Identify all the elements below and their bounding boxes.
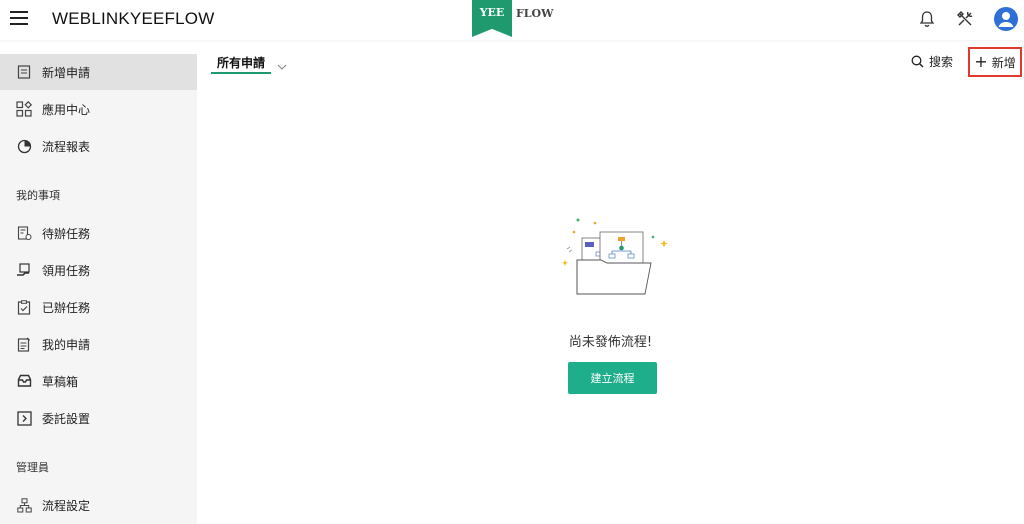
draft-box-icon (16, 373, 32, 389)
sidebar-item-flow-settings[interactable]: 流程設定 (0, 487, 197, 523)
empty-state-text-wrap: 尚未發佈流程! (0, 331, 1024, 350)
sidebar-item-flow-report[interactable]: 流程報表 (0, 128, 197, 164)
chevron-down-icon[interactable] (277, 56, 287, 75)
add-label: 新增 (991, 55, 1016, 70)
plus-icon: + (974, 52, 988, 71)
sidebar-item-label: 領用任務 (42, 263, 91, 278)
sidebar-item-label: 草稿箱 (42, 374, 79, 389)
sidebar-item-app-center[interactable]: 應用中心 (0, 91, 197, 127)
sidebar: 新增申請 應用中心 流程報表 我的事項 待辦任務 領用任務 已辦任務 我的申請 … (0, 54, 197, 524)
user-avatar-icon[interactable] (994, 7, 1018, 31)
sidebar-item-done[interactable]: 已辦任務 (0, 289, 197, 325)
search-button[interactable]: 搜索 (911, 53, 953, 70)
app-title: WEBLINKYEEFLOW (52, 9, 215, 28)
delegate-icon (16, 410, 32, 426)
sidebar-section-mine: 我的事項 (16, 189, 60, 202)
sidebar-item-label: 已辦任務 (42, 300, 91, 315)
apps-icon (16, 101, 32, 117)
sidebar-item-claim[interactable]: 領用任務 (0, 252, 197, 288)
bell-icon[interactable] (916, 8, 938, 30)
sidebar-item-label: 委託設置 (42, 411, 91, 426)
form-icon (16, 64, 32, 80)
add-button[interactable]: + 新增 (968, 47, 1022, 77)
sidebar-item-label: 流程報表 (42, 139, 91, 154)
empty-state-message: 尚未發佈流程! (568, 335, 653, 350)
tools-icon[interactable] (954, 8, 976, 30)
tab-all-requests[interactable]: 所有申請 (217, 54, 265, 71)
pie-chart-icon (16, 138, 32, 154)
sidebar-section-admin: 管理員 (16, 461, 49, 474)
done-icon (16, 299, 32, 315)
sidebar-item-label: 待辦任務 (42, 226, 91, 241)
todo-icon (16, 225, 32, 241)
logo-text-left: YEE (479, 6, 505, 19)
sidebar-item-delegate[interactable]: 委託設置 (0, 400, 197, 436)
sidebar-item-label: 新增申請 (42, 65, 91, 80)
tab-active-indicator (211, 72, 271, 74)
flow-settings-icon (16, 497, 32, 513)
empty-state-illustration (540, 210, 680, 300)
top-bar: WEBLINKYEEFLOW YEE FLOW (0, 0, 1024, 40)
sidebar-item-todo[interactable]: 待辦任務 (0, 215, 197, 251)
claim-icon (16, 262, 32, 278)
search-label: 搜索 (929, 55, 954, 69)
logo: YEE FLOW (472, 0, 562, 38)
sidebar-item-new-request[interactable]: 新增申請 (0, 54, 197, 90)
sidebar-item-label: 應用中心 (42, 102, 91, 117)
logo-text-right: FLOW (516, 7, 554, 20)
sidebar-item-label: 流程設定 (42, 498, 91, 513)
toolbar: 所有申請 搜索 + 新增 (197, 40, 1024, 80)
search-icon (911, 55, 924, 68)
sidebar-item-drafts[interactable]: 草稿箱 (0, 363, 197, 399)
hamburger-menu-icon[interactable] (10, 11, 28, 27)
create-flow-button[interactable]: 建立流程 (568, 362, 657, 394)
